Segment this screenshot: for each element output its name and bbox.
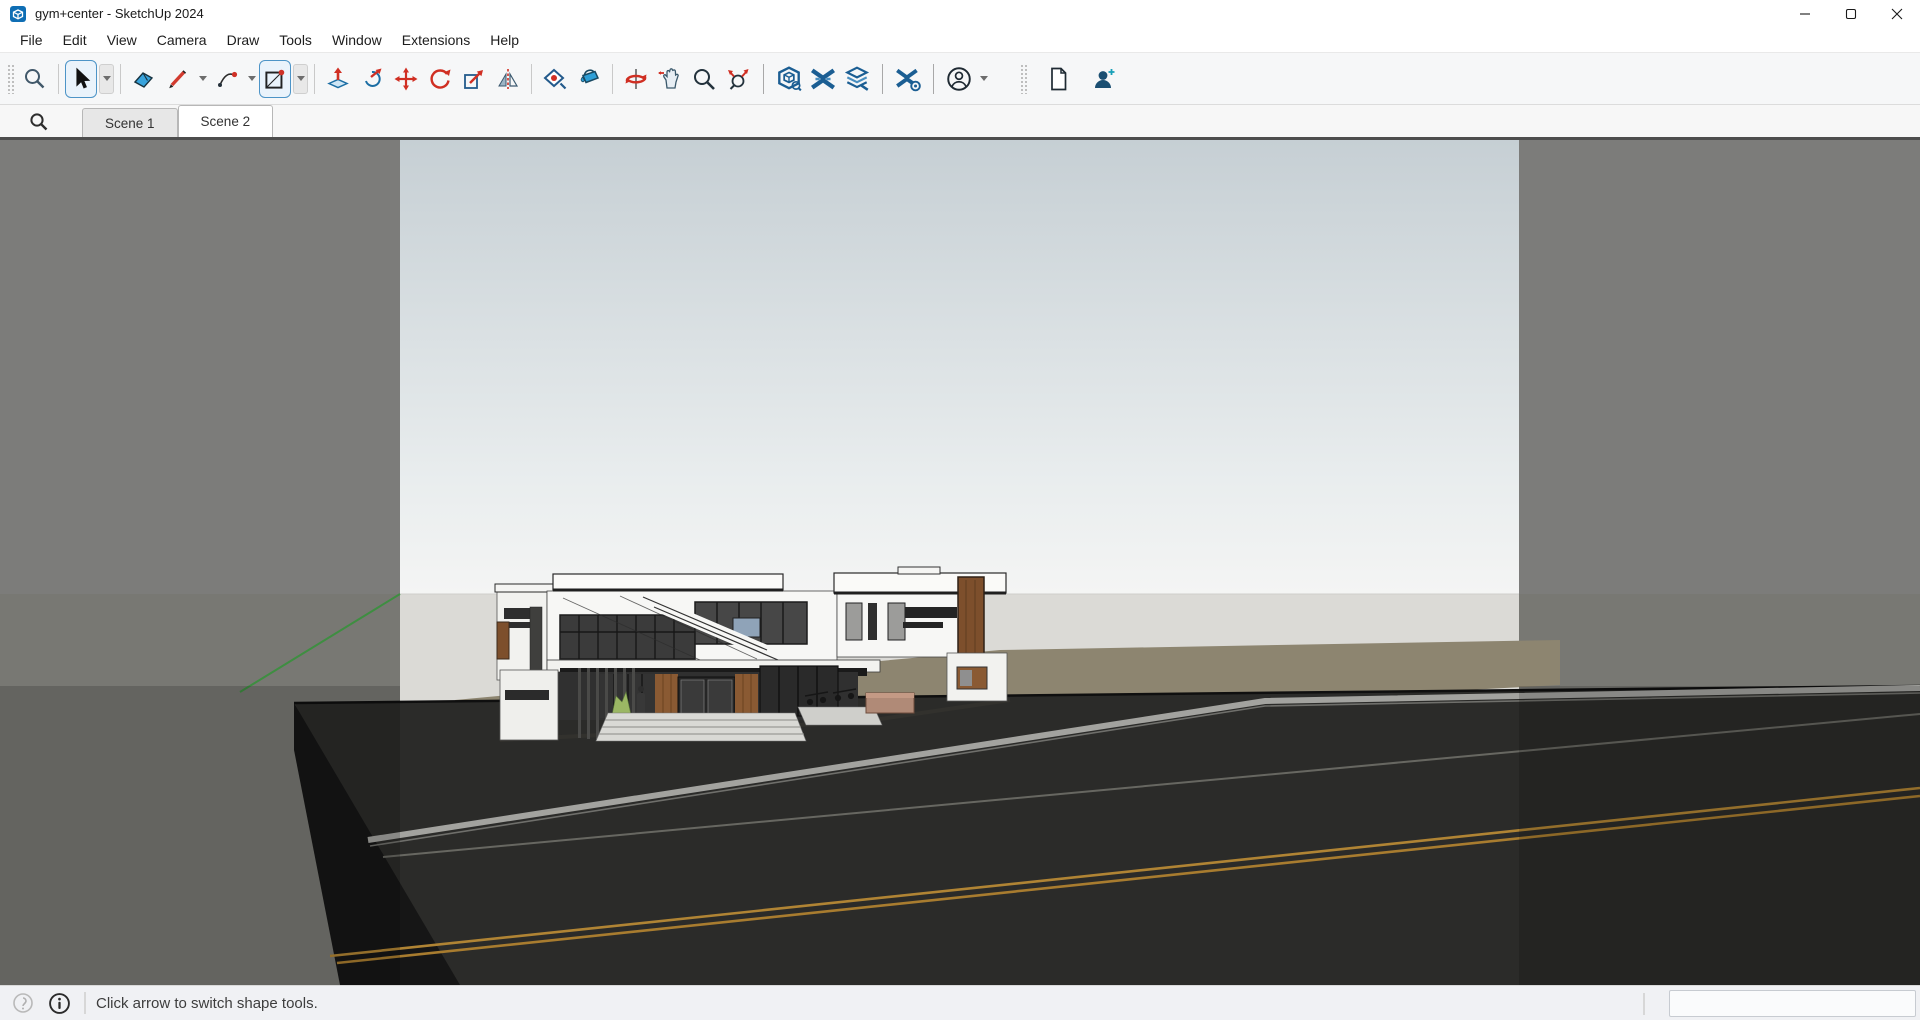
info-button[interactable] [46, 990, 72, 1016]
window-title: gym+center - SketchUp 2024 [35, 6, 204, 21]
line-tool-dropdown[interactable] [196, 64, 210, 94]
move-icon [393, 66, 419, 92]
extension-tool-2-button[interactable] [806, 61, 840, 97]
title-bar: gym+center - SketchUp 2024 [0, 0, 1920, 27]
arc-icon [214, 66, 240, 92]
chevron-down-icon [297, 76, 305, 81]
scale-icon [461, 66, 487, 92]
flip-icon [495, 66, 521, 92]
paint-bucket-icon [576, 66, 602, 92]
followme-icon [359, 66, 385, 92]
select-tool-dropdown[interactable] [99, 64, 114, 94]
avatar-icon [945, 65, 973, 93]
flip-tool-button[interactable] [491, 61, 525, 97]
info-icon [48, 992, 71, 1015]
tab-scene-1[interactable]: Scene 1 [82, 108, 178, 137]
model-canvas[interactable] [0, 140, 1920, 985]
status-message: Click arrow to switch shape tools. [96, 995, 318, 1012]
new-document-button[interactable] [1041, 61, 1075, 97]
minimize-button[interactable] [1782, 0, 1828, 27]
crossing-ribbons-icon [809, 65, 837, 93]
account-dropdown[interactable] [977, 64, 991, 94]
main-toolbar [0, 52, 1920, 105]
eraser-tool-button[interactable] [127, 61, 161, 97]
zoom-extents-tool-button[interactable] [721, 61, 755, 97]
search-icon [28, 111, 50, 133]
chevron-down-icon [199, 76, 207, 81]
geolocation-button[interactable] [10, 990, 36, 1016]
shapes-tool-dropdown[interactable] [293, 64, 308, 94]
arcs-tool-button[interactable] [210, 61, 244, 97]
menu-view[interactable]: View [97, 29, 147, 51]
pencil-icon [165, 66, 191, 92]
scene-search-button[interactable] [22, 109, 56, 135]
menu-tools[interactable]: Tools [269, 29, 322, 51]
menu-camera[interactable]: Camera [147, 29, 217, 51]
search-tool-button[interactable] [18, 61, 52, 97]
menu-edit[interactable]: Edit [53, 29, 97, 51]
zoom-extents-icon [725, 66, 751, 92]
sketchup-logo-icon [9, 5, 27, 23]
chevron-down-icon [980, 76, 988, 81]
pushpull-icon [325, 66, 351, 92]
pan-tool-button[interactable] [653, 61, 687, 97]
zoom-magnifier-icon [691, 66, 717, 92]
zoom-tool-button[interactable] [687, 61, 721, 97]
add-person-icon [1091, 66, 1117, 92]
toolbar-drag-handle-2[interactable] [1020, 64, 1028, 94]
maximize-button[interactable] [1828, 0, 1874, 27]
menu-extensions[interactable]: Extensions [392, 29, 480, 51]
rotate-icon [427, 66, 453, 92]
eraser-icon [131, 66, 157, 92]
tab-scene-2[interactable]: Scene 2 [178, 105, 274, 137]
pushpull-tool-button[interactable] [321, 61, 355, 97]
select-arrow-icon [67, 65, 95, 93]
measurements-input[interactable] [1669, 990, 1916, 1017]
menu-bar: File Edit View Camera Draw Tools Window … [0, 27, 1920, 52]
toolbar-drag-handle[interactable] [7, 64, 15, 94]
box-inspector-icon [775, 65, 803, 93]
rectangle-shape-icon [261, 65, 289, 93]
status-bar: Click arrow to switch shape tools. [0, 985, 1920, 1020]
chevron-down-icon [103, 76, 111, 81]
orbit-icon [623, 66, 649, 92]
tape-measure-icon [542, 66, 568, 92]
model-viewport[interactable] [0, 140, 1920, 985]
menu-help[interactable]: Help [480, 29, 529, 51]
extension-tool-1-button[interactable] [772, 61, 806, 97]
orbit-tool-button[interactable] [619, 61, 653, 97]
paint-bucket-tool-button[interactable] [572, 61, 606, 97]
scale-tool-button[interactable] [457, 61, 491, 97]
add-person-button[interactable] [1087, 61, 1121, 97]
geolocation-icon [12, 992, 34, 1014]
followme-tool-button[interactable] [355, 61, 389, 97]
select-tool-button[interactable] [65, 60, 97, 98]
layer-stack-icon [843, 65, 871, 93]
close-button[interactable] [1874, 0, 1920, 27]
tape-measure-tool-button[interactable] [538, 61, 572, 97]
shapes-tool-button[interactable] [259, 60, 291, 98]
search-icon [22, 66, 48, 92]
line-tool-button[interactable] [161, 61, 195, 97]
move-tool-button[interactable] [389, 61, 423, 97]
extension-tool-3-button[interactable] [840, 61, 874, 97]
crossing-ribbons-gear-icon [894, 65, 922, 93]
menu-draw[interactable]: Draw [217, 29, 270, 51]
chevron-down-icon [248, 76, 256, 81]
arcs-tool-dropdown[interactable] [245, 64, 259, 94]
backdrop-band-sky [400, 140, 1519, 594]
scene-tab-bar: Scene 1 Scene 2 [0, 105, 1920, 140]
rotate-tool-button[interactable] [423, 61, 457, 97]
menu-file[interactable]: File [10, 29, 53, 51]
new-document-icon [1045, 66, 1071, 92]
pan-hand-icon [657, 66, 683, 92]
account-button[interactable] [942, 61, 976, 97]
menu-window[interactable]: Window [322, 29, 392, 51]
extension-tool-4-button[interactable] [891, 61, 925, 97]
